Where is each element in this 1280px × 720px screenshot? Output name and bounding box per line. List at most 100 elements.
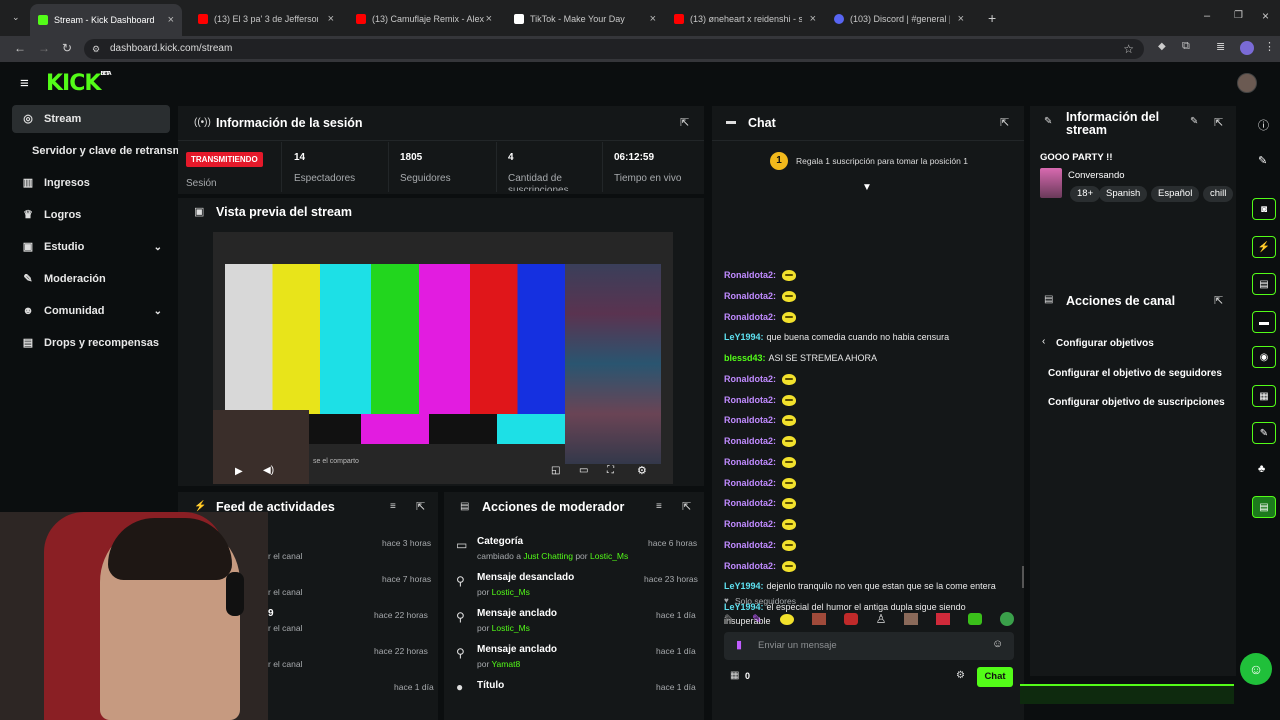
sidebar-item-moderacion[interactable]: ✎ Moderación	[12, 265, 170, 293]
play-icon[interactable]: ▶	[235, 466, 243, 477]
mic-icon[interactable]: ▮	[736, 638, 742, 651]
emote-icon[interactable]	[779, 613, 794, 625]
settings-gear-icon[interactable]: ⚙	[637, 464, 647, 477]
edit-icon[interactable]: ✎	[1190, 116, 1198, 127]
close-icon[interactable]: ×	[328, 13, 334, 25]
back-chevron-icon[interactable]: ‹	[1042, 336, 1045, 347]
close-icon[interactable]: ×	[810, 13, 816, 25]
volume-icon[interactable]: ◀)	[263, 465, 274, 476]
expand-icon[interactable]: ⇱	[416, 500, 425, 513]
chat-username[interactable]: Ronaldota2:	[724, 291, 776, 301]
fullscreen-icon[interactable]: ⛶	[607, 465, 614, 476]
extension-icon[interactable]: ◆	[1158, 41, 1166, 52]
support-chat-button[interactable]: ☺	[1240, 653, 1272, 685]
expand-icon[interactable]: ⇱	[1214, 294, 1223, 307]
user-link[interactable]: Yamat8	[492, 659, 521, 669]
configure-sub-goal-link[interactable]: Configurar objetivo de suscripciones	[1048, 397, 1225, 408]
sidebar-item-comunidad[interactable]: ☻ Comunidad ⌄	[12, 297, 170, 325]
user-link[interactable]: Lostic_Ms	[492, 623, 530, 633]
toolbar-clapper-button[interactable]: ▤	[1252, 496, 1276, 518]
emote-icon[interactable]	[936, 613, 951, 625]
category-link[interactable]: Just Chatting	[523, 551, 573, 561]
chat-username[interactable]: Ronaldota2:	[724, 540, 776, 550]
url-input[interactable]: ⚙ dashboard.kick.com/stream ☆	[84, 39, 1144, 59]
close-icon[interactable]: ×	[486, 13, 492, 25]
close-icon[interactable]: ×	[650, 13, 656, 25]
chat-username[interactable]: Ronaldota2:	[724, 498, 776, 508]
chat-scrollbar[interactable]	[1022, 566, 1024, 588]
emote-icon[interactable]	[811, 613, 826, 625]
chat-username[interactable]: Ronaldota2:	[724, 374, 776, 384]
minimize-button[interactable]: –	[1204, 10, 1210, 22]
emote-icon[interactable]	[999, 612, 1014, 626]
emote-icon[interactable]: ✎	[724, 612, 734, 626]
chat-username[interactable]: Ronaldota2:	[724, 457, 776, 467]
toolbar-server-button[interactable]: ▦	[1252, 385, 1276, 407]
emote-icon[interactable]	[843, 613, 858, 625]
chat-username[interactable]: Ronaldota2:	[724, 395, 776, 405]
stream-video[interactable]: se el comparto ▶ ◀) ◱ ▭ ⛶ ⚙	[213, 232, 673, 484]
filter-icon[interactable]: ≡	[390, 501, 396, 512]
tab-tiktok[interactable]: TikTok - Make Your Day ×	[506, 6, 664, 32]
toolbar-broadcast-button[interactable]: ◉	[1252, 346, 1276, 368]
chat-username[interactable]: Ronaldota2:	[724, 312, 776, 322]
profile-avatar[interactable]	[1240, 41, 1254, 55]
sidebar-item-stream[interactable]: ◎ Stream	[12, 105, 170, 133]
expand-icon[interactable]: ⇱	[1214, 116, 1223, 129]
chat-send-button[interactable]: Chat	[977, 667, 1013, 687]
theater-icon[interactable]: ▭	[579, 465, 588, 476]
expand-icon[interactable]: ⇱	[682, 500, 691, 513]
hamburger-menu-icon[interactable]: ≡	[20, 75, 29, 92]
pencil-icon[interactable]: ✎	[1258, 154, 1267, 167]
chat-username[interactable]: LeY1994:	[724, 581, 764, 591]
sidebar-item-logros[interactable]: ♛ Logros	[12, 201, 170, 229]
back-icon[interactable]: ←	[14, 41, 26, 55]
info-icon[interactable]: ⓘ	[1258, 117, 1269, 133]
points-icon[interactable]: ▦	[730, 670, 739, 681]
chat-username[interactable]: Ronaldota2:	[724, 519, 776, 529]
toolbar-wrench-button[interactable]: ✎	[1252, 422, 1276, 444]
new-tab-button[interactable]: +	[988, 10, 996, 26]
forward-icon[interactable]: →	[38, 41, 50, 55]
emote-icon[interactable]: ✎	[752, 612, 762, 626]
emoji-icon[interactable]: ☺	[992, 638, 1003, 650]
tab-youtube-3[interactable]: (13) øneheart x reidenshi - snow ×	[666, 6, 824, 32]
filter-icon[interactable]: ≡	[656, 501, 662, 512]
user-link[interactable]: Lostic_Ms	[590, 551, 628, 561]
reading-list-icon[interactable]: ≣	[1216, 40, 1225, 53]
sidebar-item-drops[interactable]: ▤ Drops y recompensas	[12, 329, 170, 357]
toolbar-chat-button[interactable]: ▬	[1252, 311, 1276, 333]
user-link[interactable]: Lostic_Ms	[492, 587, 530, 597]
tab-youtube-1[interactable]: (13) El 3 pa' 3 de Jefferson ×	[190, 6, 342, 32]
bookmark-star-icon[interactable]: ☆	[1123, 39, 1134, 59]
chat-username[interactable]: Ronaldota2:	[724, 415, 776, 425]
emote-icon[interactable]: ♙	[876, 612, 887, 626]
tab-youtube-2[interactable]: (13) Camuflaje Remix - Alexis y ×	[348, 6, 500, 32]
tab-kick-dashboard[interactable]: Stream - Kick Dashboard ×	[30, 4, 182, 36]
user-avatar[interactable]	[1237, 73, 1257, 93]
configure-goals-back[interactable]: Configurar objetivos	[1056, 338, 1154, 349]
kick-logo[interactable]: KICKBETA	[46, 71, 112, 96]
pinned-collapse-icon[interactable]: ▼	[862, 182, 872, 193]
chat-username[interactable]: blessd43:	[724, 353, 766, 363]
people-icon[interactable]: ♣	[1258, 463, 1265, 475]
expand-icon[interactable]: ⇱	[680, 116, 689, 129]
configure-follower-goal-link[interactable]: Configurar el objetivo de seguidores	[1048, 368, 1222, 379]
extensions-puzzle-icon[interactable]: ⧉	[1182, 40, 1190, 53]
chat-username[interactable]: Ronaldota2:	[724, 478, 776, 488]
expand-icon[interactable]: ⇱	[1000, 116, 1009, 129]
close-window-button[interactable]: ×	[1262, 9, 1269, 23]
toolbar-lightning-button[interactable]: ⚡	[1252, 236, 1276, 258]
chevron-down-icon[interactable]: ⌄	[154, 306, 162, 317]
close-icon[interactable]: ×	[958, 13, 964, 25]
toolbar-list-button[interactable]: ▤	[1252, 273, 1276, 295]
pip-icon[interactable]: ◱	[551, 465, 560, 476]
chat-username[interactable]: Ronaldota2:	[724, 561, 776, 571]
tab-search-icon[interactable]: ⌄	[12, 12, 20, 23]
toolbar-camera-button[interactable]: ◙	[1252, 198, 1276, 220]
maximize-button[interactable]: ❐	[1234, 10, 1243, 21]
sidebar-item-estudio[interactable]: ▣ Estudio ⌄	[12, 233, 170, 261]
chat-settings-gear-icon[interactable]: ⚙	[956, 670, 965, 681]
close-icon[interactable]: ×	[168, 14, 174, 26]
browser-menu-icon[interactable]: ⋮	[1264, 40, 1275, 53]
